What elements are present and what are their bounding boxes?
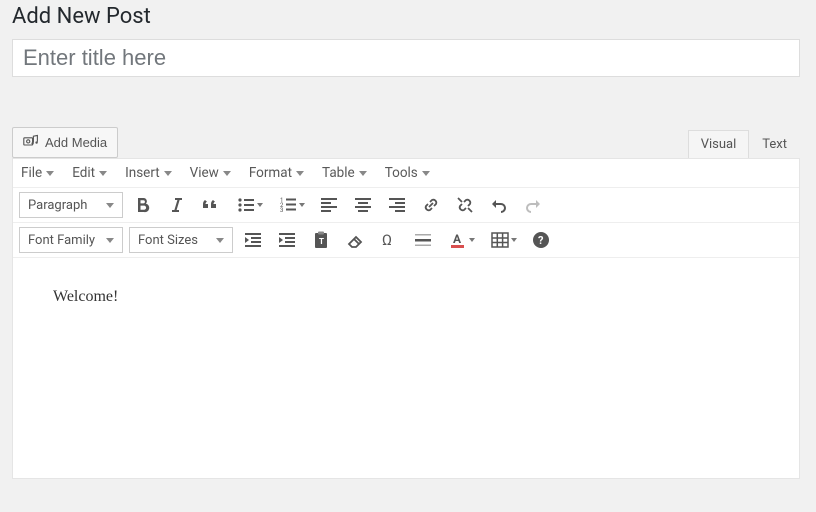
menu-edit[interactable]: Edit: [72, 165, 107, 181]
align-left-button[interactable]: [315, 192, 343, 218]
numbered-list-icon: 123: [278, 195, 298, 215]
camera-music-icon: [23, 133, 39, 152]
add-media-label: Add Media: [45, 135, 107, 150]
menu-insert-label: Insert: [125, 165, 160, 181]
menu-tools[interactable]: Tools: [385, 165, 430, 181]
redo-icon: [523, 195, 543, 215]
link-button[interactable]: [417, 192, 445, 218]
link-icon: [421, 195, 441, 215]
align-center-icon: [353, 195, 373, 215]
menu-view-label: View: [190, 165, 219, 181]
omega-icon: Ω: [379, 230, 399, 250]
align-right-button[interactable]: [383, 192, 411, 218]
text-color-button[interactable]: A: [443, 227, 479, 253]
chevron-down-icon: [46, 171, 54, 176]
align-left-icon: [319, 195, 339, 215]
eraser-icon: [345, 230, 365, 250]
unlink-button[interactable]: [451, 192, 479, 218]
menu-edit-label: Edit: [72, 165, 95, 181]
font-sizes-dropdown-label: Font Sizes: [138, 233, 198, 248]
svg-text:T: T: [319, 237, 324, 246]
quote-icon: [201, 195, 221, 215]
chevron-down-icon: [296, 171, 304, 176]
svg-text:Ω: Ω: [382, 231, 392, 249]
menu-view[interactable]: View: [190, 165, 231, 181]
chevron-down-icon: [223, 171, 231, 176]
paragraph-dropdown[interactable]: Paragraph: [19, 192, 123, 218]
chevron-down-icon: [106, 203, 114, 208]
help-button[interactable]: ?: [527, 227, 555, 253]
chevron-down-icon: [511, 238, 517, 242]
tab-visual[interactable]: Visual: [688, 130, 750, 158]
chevron-down-icon: [469, 238, 475, 242]
chevron-down-icon: [422, 171, 430, 176]
chevron-down-icon: [106, 238, 114, 243]
align-right-icon: [387, 195, 407, 215]
menu-format-label: Format: [249, 165, 292, 181]
editor-content[interactable]: Welcome!: [13, 258, 799, 478]
special-char-button[interactable]: Ω: [375, 227, 403, 253]
chevron-down-icon: [299, 203, 305, 207]
editor-menubar: File Edit Insert View Format Table Tools: [13, 159, 799, 188]
italic-button[interactable]: [163, 192, 191, 218]
clipboard-text-icon: T: [311, 230, 331, 250]
italic-icon: [167, 195, 187, 215]
editor-tabs: Visual Text: [688, 130, 800, 158]
blockquote-button[interactable]: [197, 192, 225, 218]
svg-text:3: 3: [280, 207, 283, 214]
chevron-down-icon: [216, 238, 224, 243]
menu-table-label: Table: [322, 165, 355, 181]
bold-icon: [133, 195, 153, 215]
menu-file[interactable]: File: [21, 165, 54, 181]
menu-table[interactable]: Table: [322, 165, 367, 181]
menu-file-label: File: [21, 165, 42, 181]
menu-insert[interactable]: Insert: [125, 165, 172, 181]
indent-button[interactable]: [273, 227, 301, 253]
menu-tools-label: Tools: [385, 165, 418, 181]
hr-button[interactable]: [409, 227, 437, 253]
outdent-icon: [243, 230, 263, 250]
tab-text[interactable]: Text: [749, 130, 800, 158]
bold-button[interactable]: [129, 192, 157, 218]
svg-text:A: A: [453, 232, 462, 246]
indent-icon: [277, 230, 297, 250]
post-title-input[interactable]: [12, 39, 800, 77]
menu-format[interactable]: Format: [249, 165, 304, 181]
text-color-icon: A: [448, 230, 468, 250]
clear-formatting-button[interactable]: [341, 227, 369, 253]
bullet-list-icon: [236, 195, 256, 215]
undo-button[interactable]: [485, 192, 513, 218]
chevron-down-icon: [359, 171, 367, 176]
paste-text-button[interactable]: T: [307, 227, 335, 253]
content-text: Welcome!: [53, 288, 118, 305]
unlink-icon: [455, 195, 475, 215]
font-family-dropdown-label: Font Family: [28, 233, 95, 248]
spacer: [12, 77, 804, 127]
table-icon: [490, 230, 510, 250]
chevron-down-icon: [257, 203, 263, 207]
outdent-button[interactable]: [239, 227, 267, 253]
help-icon: ?: [531, 230, 551, 250]
toolbar-row-1: Paragraph 123: [13, 188, 799, 223]
horizontal-rule-icon: [413, 230, 433, 250]
toolbar-row-2: Font Family Font Sizes T Ω A ?: [13, 223, 799, 258]
svg-text:?: ?: [538, 234, 544, 247]
editor-container: File Edit Insert View Format Table Tools…: [12, 158, 800, 479]
undo-icon: [489, 195, 509, 215]
bullet-list-button[interactable]: [231, 192, 267, 218]
page-title: Add New Post: [12, 0, 804, 39]
numbered-list-button[interactable]: 123: [273, 192, 309, 218]
chevron-down-icon: [99, 171, 107, 176]
chevron-down-icon: [164, 171, 172, 176]
add-media-button[interactable]: Add Media: [12, 127, 118, 158]
table-button[interactable]: [485, 227, 521, 253]
font-family-dropdown[interactable]: Font Family: [19, 227, 123, 253]
redo-button[interactable]: [519, 192, 547, 218]
paragraph-dropdown-label: Paragraph: [28, 198, 87, 213]
align-center-button[interactable]: [349, 192, 377, 218]
font-sizes-dropdown[interactable]: Font Sizes: [129, 227, 233, 253]
